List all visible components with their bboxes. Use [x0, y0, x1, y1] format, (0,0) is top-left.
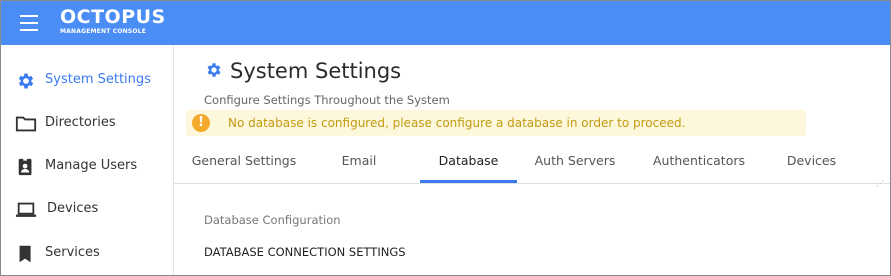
bookmark-icon: [19, 245, 31, 263]
warning-banner: ! No database is configured, please conf…: [186, 110, 806, 136]
sidebar-item-devices[interactable]: Devices: [1, 190, 173, 230]
folder-icon: [15, 116, 37, 132]
resize-grip-icon[interactable]: ⋰: [876, 179, 884, 188]
sidebar-item-manage-users[interactable]: Manage Users: [1, 147, 173, 187]
sidebar-item-services[interactable]: Services: [1, 234, 173, 274]
brand-logo: OCTOPUS MANAGEMENT CONSOLE: [60, 6, 166, 36]
main-content: System Settings Configure Settings Throu…: [174, 45, 890, 275]
sidebar-item-label: Services: [45, 245, 100, 260]
tab-email[interactable]: Email: [314, 141, 404, 183]
tab-auth-servers[interactable]: Auth Servers: [524, 141, 626, 183]
app-window: OCTOPUS MANAGEMENT CONSOLE System Settin…: [0, 0, 891, 276]
settings-tabs: General Settings Email Database Auth Ser…: [174, 141, 890, 184]
gear-icon: [18, 73, 34, 89]
top-bar: OCTOPUS MANAGEMENT CONSOLE: [1, 1, 890, 45]
active-tab-indicator: [420, 180, 517, 183]
menu-icon[interactable]: [20, 15, 38, 31]
brand-name: OCTOPUS: [60, 6, 166, 28]
brand-subtitle: MANAGEMENT CONSOLE: [60, 28, 147, 35]
sidebar-item-label: Manage Users: [45, 158, 138, 173]
sidebar: System Settings Directories Manage Users…: [1, 45, 174, 275]
sidebar-item-system-settings[interactable]: System Settings: [1, 61, 173, 101]
laptop-icon: [15, 202, 37, 217]
sidebar-item-label: Directories: [45, 115, 116, 130]
sidebar-item-directories[interactable]: Directories: [1, 104, 173, 144]
section-heading: DATABASE CONNECTION SETTINGS: [204, 245, 406, 259]
page-title: System Settings: [230, 59, 402, 83]
section-label: Database Configuration: [204, 213, 341, 227]
gear-icon: [207, 63, 221, 77]
tab-authenticators[interactable]: Authenticators: [644, 141, 754, 183]
tab-devices[interactable]: Devices: [764, 141, 859, 183]
tab-general-settings[interactable]: General Settings: [174, 141, 314, 183]
warning-text: No database is configured, please config…: [228, 116, 686, 130]
exclamation-icon: !: [192, 114, 210, 132]
tab-database[interactable]: Database: [420, 141, 517, 183]
page-subtitle: Configure Settings Throughout the System: [204, 93, 450, 107]
user-badge-icon: [18, 157, 32, 176]
sidebar-item-label: Devices: [47, 201, 99, 216]
sidebar-item-label: System Settings: [45, 72, 151, 87]
